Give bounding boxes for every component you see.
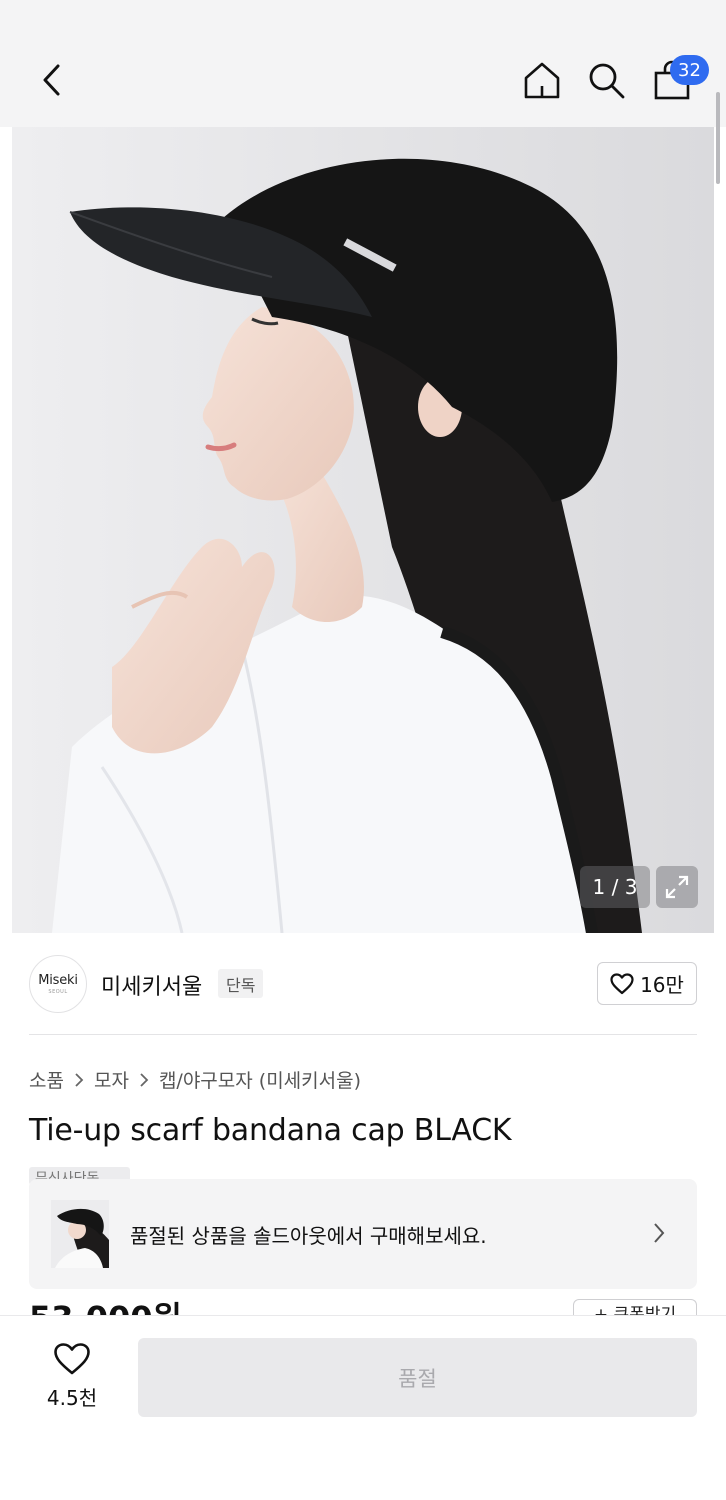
expand-image-button[interactable] [656, 866, 698, 908]
brand-like-count: 16만 [640, 973, 684, 997]
chevron-right-icon [139, 1072, 149, 1087]
bottom-action-bar: 4.5천 품절 [0, 1315, 726, 1500]
brand-row: Miseki SEOUL 미세키서울 단독 16만 [0, 933, 726, 1035]
soldout-purchase-button[interactable]: 품절 [138, 1338, 697, 1417]
image-counter: 1 / 3 [580, 866, 650, 908]
brand-name-link[interactable]: 미세키서울 [101, 969, 202, 1001]
brand-logo[interactable]: Miseki SEOUL [29, 955, 87, 1013]
brand-logo-subtext: SEOUL [48, 989, 68, 995]
heart-icon [610, 972, 634, 994]
chevron-left-icon [43, 64, 60, 96]
exclusive-badge: 단독 [218, 969, 264, 998]
search-button[interactable] [582, 56, 630, 104]
back-button[interactable] [30, 58, 74, 102]
home-icon [524, 62, 560, 99]
wishlist-count: 4.5천 [46, 1386, 98, 1410]
coupon-button[interactable]: + 쿠폰받기 [573, 1299, 697, 1315]
breadcrumb-item-caps[interactable]: 캡/야구모자 (미세키서울) [159, 1066, 361, 1093]
breadcrumb-item-hats[interactable]: 모자 [94, 1066, 129, 1093]
breadcrumb-item-accessories[interactable]: 소품 [29, 1066, 64, 1093]
section-divider [29, 1034, 697, 1035]
product-price: 53,000원 [29, 1298, 182, 1315]
home-button[interactable] [518, 56, 566, 104]
heart-icon [54, 1343, 90, 1375]
wishlist-button[interactable]: 4.5천 [30, 1342, 114, 1416]
chevron-right-icon [651, 1221, 667, 1249]
soldout-marketplace-banner[interactable]: 품절된 상품을 솔드아웃에서 구매해보세요. [29, 1179, 697, 1289]
search-icon [589, 63, 625, 99]
chevron-right-icon [74, 1072, 84, 1087]
brand-logo-text: Miseki [38, 973, 78, 988]
banner-text: 품절된 상품을 솔드아웃에서 구매해보세요. [130, 1224, 487, 1248]
banner-product-thumbnail [51, 1200, 109, 1268]
expand-icon [665, 875, 689, 899]
breadcrumb: 소품 모자 캡/야구모자 (미세키서울) [29, 1066, 361, 1093]
scrollbar[interactable] [716, 92, 720, 184]
product-title: Tie-up scarf bandana cap BLACK [29, 1113, 512, 1148]
cart-count-badge: 32 [670, 55, 709, 85]
product-image[interactable] [12, 127, 714, 933]
brand-like-button[interactable]: 16만 [597, 962, 697, 1005]
